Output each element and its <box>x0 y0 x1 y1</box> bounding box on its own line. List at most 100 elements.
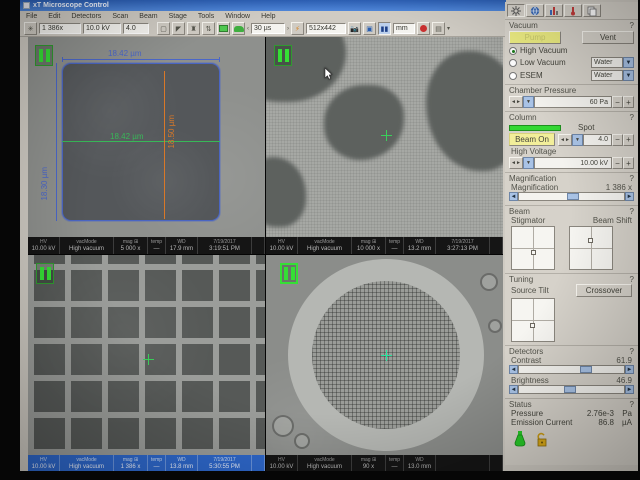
selection-arrow-icon[interactable]: ◤ <box>172 22 185 35</box>
menu-tools[interactable]: Tools <box>198 13 214 20</box>
hv-minus-button[interactable]: − <box>612 157 623 169</box>
menu-detectors[interactable]: Detectors <box>71 13 101 20</box>
databar-layout-dropdown[interactable]: ▾ <box>447 25 450 32</box>
contrast-slider[interactable]: ◄ ► <box>505 365 638 376</box>
pump-button[interactable]: Pump <box>509 31 561 44</box>
esem-label: ESEM <box>520 71 543 80</box>
brightness-slider[interactable]: ◄ ► <box>505 385 638 396</box>
chevron-down-icon[interactable]: ▼ <box>572 133 583 146</box>
pressure-presets-button[interactable]: ◄► <box>509 96 523 108</box>
dwell-next-arrow[interactable]: › <box>287 26 289 32</box>
ccd-view-icon[interactable] <box>217 22 230 35</box>
high-voltage-field[interactable]: 10.00 kV <box>534 157 612 169</box>
menu-window[interactable]: Window <box>225 13 250 20</box>
stage-move-icon[interactable]: ♜ <box>187 22 200 35</box>
hv-plus-button[interactable]: + <box>623 157 634 169</box>
chevron-down-icon[interactable]: ▼ <box>623 70 634 81</box>
databar-quad2: HV 10.00 kV vacMode High vacuum mag ⊞ 10 00… <box>266 237 503 254</box>
chevron-down-icon[interactable]: ▼ <box>623 57 634 68</box>
tab-processing[interactable] <box>583 4 601 17</box>
sem-image-quad2[interactable] <box>266 37 503 237</box>
menu-beam[interactable]: Beam <box>139 13 157 20</box>
magnification-slider[interactable]: ◄ ► <box>505 192 638 203</box>
magnification-bug-icon[interactable]: ✳ <box>24 22 37 35</box>
slider-left-arrow[interactable]: ◄ <box>509 365 518 374</box>
chamber-pressure-field[interactable]: 60 Pa <box>534 96 612 108</box>
pause-button[interactable]: ▮▮ <box>378 22 391 35</box>
slider-right-arrow[interactable]: ► <box>625 365 634 374</box>
videoscope-icon[interactable]: ▣ <box>363 22 376 35</box>
navigation-car-icon[interactable] <box>232 22 245 35</box>
stigmator-handle[interactable] <box>531 249 537 255</box>
radio-high-vacuum[interactable] <box>509 46 517 55</box>
help-icon[interactable]: ? <box>630 275 634 284</box>
spot-size-field[interactable]: 4.0 <box>583 133 612 146</box>
databar-mag-label: mag ⊞ <box>360 456 377 463</box>
pressure-minus-button[interactable]: − <box>612 96 623 108</box>
sem-image-quad4[interactable] <box>266 255 503 455</box>
fast-scan-icon[interactable]: ⚡ <box>291 22 304 35</box>
resolution-combo[interactable]: 512x442 <box>306 23 346 34</box>
beam-shift-handle[interactable] <box>588 237 594 243</box>
pressure-plus-button[interactable]: + <box>623 96 634 108</box>
help-icon[interactable]: ? <box>630 400 634 409</box>
radio-esem[interactable] <box>509 71 517 80</box>
radio-low-vacuum[interactable] <box>509 58 517 67</box>
low-vacuum-gas-select[interactable]: Water <box>591 57 623 68</box>
beam-shift-pad[interactable] <box>569 226 613 270</box>
slider-right-arrow[interactable]: ► <box>625 385 634 394</box>
unlocked-padlock-icon <box>537 432 547 447</box>
unit-combo[interactable]: mm <box>393 23 415 34</box>
chevron-down-icon[interactable]: ▼ <box>523 96 534 108</box>
dwell-prev-arrow[interactable]: ‹ <box>247 26 249 32</box>
slider-thumb[interactable] <box>579 366 592 373</box>
snapshot-camera-icon[interactable]: 📷 <box>348 22 361 35</box>
brightness-label: Brightness <box>511 376 549 385</box>
mouse-cursor <box>324 67 333 80</box>
help-icon[interactable]: ? <box>630 347 634 356</box>
menu-scan[interactable]: Scan <box>112 13 128 20</box>
chevron-down-icon[interactable]: ▼ <box>523 157 534 169</box>
beam-on-button[interactable]: Beam On <box>509 133 555 146</box>
spot-plus-button[interactable]: + <box>623 133 634 146</box>
help-icon[interactable]: ? <box>630 113 634 122</box>
spot-presets-button[interactable]: ◄► <box>558 133 572 146</box>
stigmator-pad[interactable] <box>511 226 555 270</box>
spot-size-combo[interactable]: 4.0 <box>123 23 149 34</box>
source-tilt-pad[interactable] <box>511 298 555 342</box>
slider-thumb[interactable] <box>567 193 580 200</box>
help-icon[interactable]: ? <box>630 207 634 216</box>
slider-right-arrow[interactable]: ► <box>625 192 634 201</box>
link-z-icon[interactable]: ⇅ <box>202 22 215 35</box>
high-voltage-combo[interactable]: 10.0 kV <box>83 23 121 34</box>
spot-minus-button[interactable]: − <box>612 133 623 146</box>
menu-help[interactable]: Help <box>261 13 275 20</box>
databar-wd-label: WD <box>177 456 186 463</box>
help-icon[interactable]: ? <box>630 21 634 30</box>
slider-left-arrow[interactable]: ◄ <box>509 192 518 201</box>
crossover-button[interactable]: Crossover <box>576 284 632 297</box>
reduced-area-icon[interactable]: ▢ <box>157 22 170 35</box>
tab-navigation[interactable] <box>526 4 544 17</box>
hv-presets-button[interactable]: ◄► <box>509 157 523 169</box>
databar-vacmode-value: High vacuum <box>68 463 104 470</box>
tab-detectors[interactable] <box>545 4 563 17</box>
magnification-combo[interactable]: 1 386x <box>39 23 81 34</box>
menu-file[interactable]: File <box>26 13 37 20</box>
databar-layout-icon[interactable]: ▤ <box>432 22 445 35</box>
esem-gas-select[interactable]: Water <box>591 70 623 81</box>
help-icon[interactable]: ? <box>630 174 634 183</box>
source-tilt-handle[interactable] <box>529 322 535 328</box>
sem-image-quad3[interactable] <box>28 255 265 455</box>
tab-temperature[interactable] <box>564 4 582 17</box>
slider-thumb[interactable] <box>564 386 577 393</box>
menu-edit[interactable]: Edit <box>48 13 60 20</box>
vent-button[interactable]: Vent <box>582 31 634 44</box>
tab-beam-control[interactable] <box>507 4 525 17</box>
slider-left-arrow[interactable]: ◄ <box>509 385 518 394</box>
dwell-time-combo[interactable]: 30 µs <box>251 23 285 34</box>
record-icon[interactable] <box>417 22 430 35</box>
contrast-value: 61.9 <box>616 356 632 365</box>
menu-stage[interactable]: Stage <box>169 13 187 20</box>
sem-image-quad1[interactable]: 18.42 µm 18.30 µm 18.42 µm 18.50 µm <box>28 37 265 237</box>
